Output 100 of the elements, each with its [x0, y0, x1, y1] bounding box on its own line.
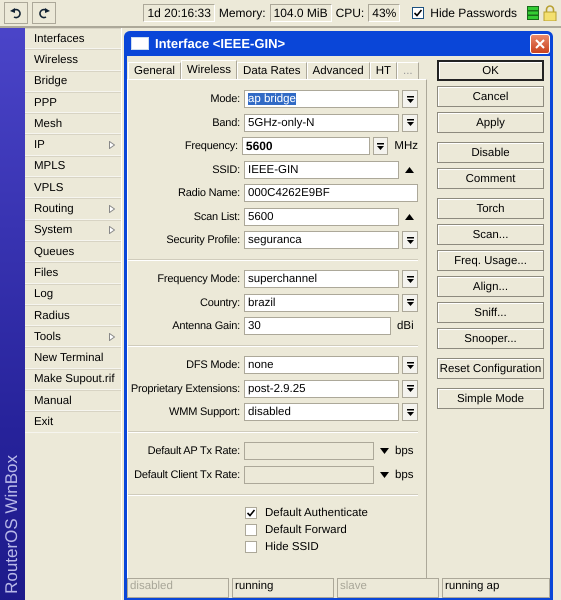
checkbox[interactable] [245, 506, 257, 518]
input-field[interactable]: brazil [244, 294, 399, 312]
cpu-display: 43% [368, 4, 400, 22]
undo-button[interactable] [4, 2, 28, 24]
tab[interactable]: General [128, 62, 181, 79]
menu-item[interactable]: IP [24, 134, 121, 156]
action-button[interactable]: Reset Configuration [437, 358, 544, 379]
input-field[interactable]: ap bridge [244, 90, 399, 108]
input-field[interactable]: 5600 [244, 208, 399, 226]
add-arrow-icon[interactable] [405, 214, 414, 220]
dropdown-arrow-icon [406, 384, 414, 393]
dropdown-button[interactable] [402, 231, 418, 249]
dropdown-button[interactable] [402, 270, 418, 288]
action-button[interactable]: Comment [437, 168, 544, 189]
dropdown-arrow-icon [406, 360, 414, 370]
window-title: Interface <IEEE-GIN> [155, 36, 286, 51]
input-field[interactable]: IEEE-GIN [244, 160, 399, 178]
caret-icon[interactable] [380, 472, 389, 478]
action-button[interactable]: Sniff... [437, 302, 544, 323]
menu-item[interactable]: Radius [24, 304, 121, 326]
action-button[interactable]: Freq. Usage... [437, 250, 544, 271]
menu-item[interactable]: Exit [24, 411, 121, 433]
input-field[interactable]: none [244, 356, 399, 374]
caret-icon[interactable] [380, 448, 389, 454]
field-label: DFS Mode: [185, 359, 241, 371]
checkbox[interactable] [245, 540, 257, 552]
action-button[interactable]: Torch [437, 198, 544, 219]
tab[interactable]: Advanced [306, 62, 370, 79]
brand-label: RouterOS WinBox [2, 455, 22, 594]
close-icon [535, 38, 545, 48]
dropdown-arrow-icon [406, 274, 414, 284]
tab[interactable]: Wireless [180, 60, 238, 79]
redo-button[interactable] [32, 2, 56, 24]
dropdown-button[interactable] [402, 403, 418, 421]
dropdown-button[interactable] [402, 90, 418, 108]
field-label: Country: [199, 296, 241, 308]
status-cell: running ap [442, 578, 550, 598]
checkbox-label: Default Forward [265, 524, 347, 536]
menu-item[interactable]: Routing [24, 198, 121, 220]
cpu-label: CPU: [336, 6, 364, 20]
input-field[interactable]: disabled [244, 403, 399, 421]
status-cell: running [232, 578, 334, 598]
action-button[interactable]: Align... [437, 276, 544, 297]
menu-item[interactable]: Interfaces [24, 28, 121, 50]
action-button[interactable]: Cancel [437, 86, 544, 107]
menu-item[interactable]: New Terminal [24, 347, 121, 369]
redo-icon [38, 7, 50, 19]
input-field[interactable]: seguranca [244, 231, 399, 249]
field-label: Mode: [209, 93, 241, 105]
action-button[interactable]: Simple Mode [437, 388, 544, 409]
menu-item[interactable]: Files [24, 262, 121, 284]
menu-item[interactable]: Manual [24, 390, 121, 412]
checkbox[interactable] [245, 524, 257, 536]
dropdown-arrow-icon [406, 298, 414, 307]
menu-item[interactable]: VPLS [24, 177, 121, 198]
unit-label: bps [395, 468, 414, 480]
menu-item[interactable]: PPP [24, 92, 121, 114]
menu-item[interactable]: System [24, 220, 121, 241]
dropdown-button[interactable] [402, 356, 418, 374]
status-cell: disabled [127, 578, 229, 598]
dropdown-arrow-icon [406, 118, 414, 127]
input-field[interactable]: 000C4262E9BF [244, 184, 418, 202]
action-button[interactable]: OK [437, 60, 544, 81]
memory-display: 104.0 MiB [270, 4, 332, 22]
menu-item[interactable]: Make Supout.rif [24, 368, 121, 390]
dropdown-button[interactable] [402, 294, 418, 312]
input-field[interactable]: 5600 [242, 137, 370, 155]
tab[interactable]: Data Rates [237, 62, 307, 79]
action-button[interactable]: Disable [437, 142, 544, 163]
rate-field[interactable] [244, 466, 374, 484]
action-button[interactable]: Apply [437, 112, 544, 133]
input-field[interactable]: 30 [244, 317, 391, 335]
menu-item[interactable]: Queues [24, 240, 121, 262]
dropdown-button[interactable] [402, 380, 418, 398]
dropdown-arrow-icon [406, 236, 414, 244]
menu-item[interactable]: Mesh [24, 113, 121, 134]
input-field[interactable]: 5GHz-only-N [244, 114, 399, 132]
tab[interactable]: HT [370, 62, 398, 79]
menu-item[interactable]: Tools [24, 326, 121, 348]
unit-label: MHz [394, 140, 418, 152]
rate-field[interactable] [244, 442, 374, 460]
action-button[interactable]: Scan... [437, 224, 544, 245]
menu-item[interactable]: Wireless [24, 49, 121, 71]
add-arrow-icon[interactable] [405, 166, 414, 172]
menu-item[interactable]: MPLS [24, 156, 121, 178]
memory-label: Memory: [218, 6, 266, 20]
dropdown-button[interactable] [372, 137, 388, 155]
close-button[interactable] [530, 34, 550, 54]
field-label: Radio Name: [177, 187, 241, 199]
menu-item[interactable]: Bridge [24, 70, 121, 92]
checkbox-label: Hide Passwords [430, 6, 517, 20]
dropdown-arrow-icon [406, 94, 414, 104]
input-field[interactable]: superchannel [244, 270, 399, 288]
unit-label: bps [395, 445, 414, 457]
dropdown-button[interactable] [402, 114, 418, 132]
input-field[interactable]: post-2.9.25 [244, 380, 399, 398]
checkbox-label: Default Authenticate [265, 506, 368, 518]
menu-item[interactable]: Log [24, 284, 121, 305]
checkbox[interactable] [412, 7, 424, 19]
action-button[interactable]: Snooper... [437, 328, 544, 349]
